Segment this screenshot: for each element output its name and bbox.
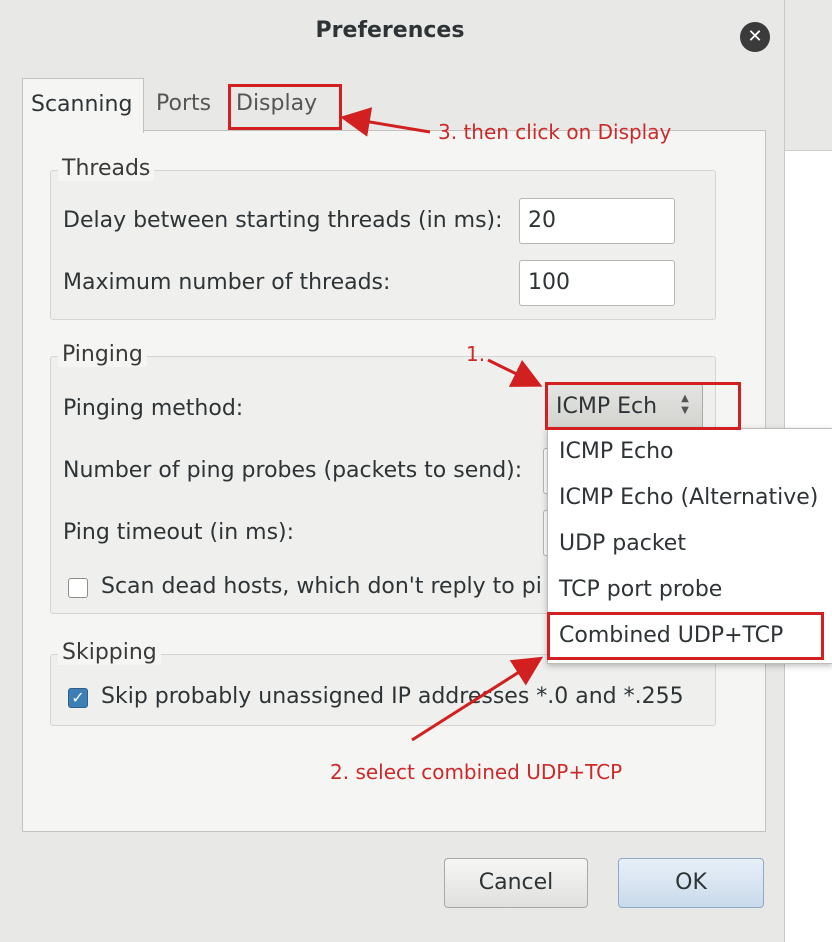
- arrow-to-display-tab: [340, 107, 431, 137]
- annotation-arrows: [340, 107, 544, 742]
- arrow-to-combined-option: [411, 656, 544, 742]
- arrow-to-pinging-method: [487, 358, 543, 387]
